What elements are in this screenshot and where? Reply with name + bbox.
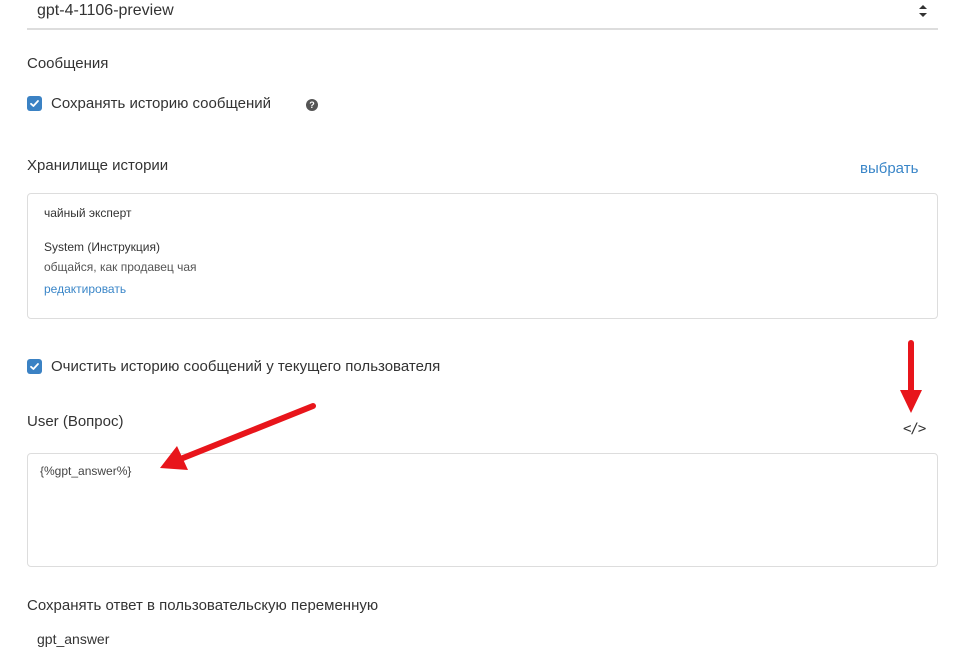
model-select-value: gpt-4-1106-preview [37,2,174,19]
checkmark-icon [30,363,39,370]
clear-history-label[interactable]: Очистить историю сообщений у текущего по… [51,358,440,375]
user-question-title: User (Вопрос) [27,413,124,430]
choose-history-link[interactable]: выбрать [860,160,918,177]
clear-history-checkbox[interactable] [27,359,42,374]
edit-history-link[interactable]: редактировать [44,282,126,296]
user-question-input[interactable]: {%gpt_answer%} [27,453,938,567]
question-circle-icon[interactable]: ? [306,99,318,111]
history-item-role: System (Инструкция) [44,240,160,254]
code-toggle-icon[interactable]: </> [903,421,926,437]
save-answer-title: Сохранять ответ в пользовательскую перем… [27,597,379,614]
save-answer-variable[interactable]: gpt_answer [37,631,109,647]
model-select[interactable]: gpt-4-1106-preview [27,0,938,30]
save-history-label[interactable]: Сохранять историю сообщений [51,95,271,112]
history-storage-title: Хранилище истории [27,157,169,174]
history-item-text: общайся, как продавец чая [44,260,197,274]
updown-arrows-icon [919,5,927,17]
checkmark-icon [30,100,39,107]
history-storage-card: чайный эксперт System (Инструкция) общай… [27,193,938,319]
history-item-name: чайный эксперт [44,206,132,220]
messages-section-title: Сообщения [27,55,109,72]
save-history-checkbox[interactable] [27,96,42,111]
annotation-arrow-down [900,340,922,413]
